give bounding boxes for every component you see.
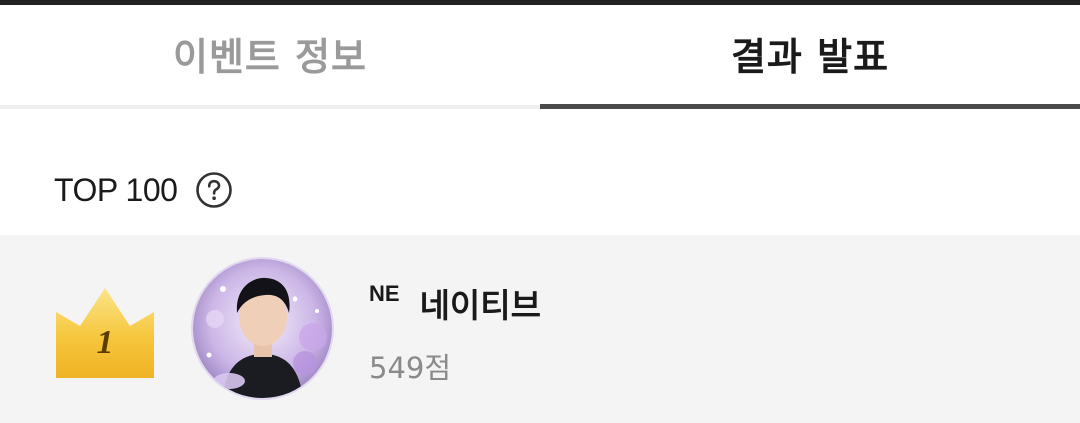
tab-event-info-label: 이벤트 정보 — [172, 34, 368, 79]
entry-name-line: NE 네이티브 — [369, 279, 541, 327]
tab-results-active-indicator — [540, 104, 1080, 109]
rank-number: 1 — [96, 324, 114, 361]
tab-bar: 이벤트 정보 결과 발표 — [0, 5, 1080, 109]
tab-results[interactable]: 결과 발표 — [540, 5, 1080, 109]
team-badge: NE — [369, 281, 400, 306]
ranking-header: TOP 100 — [54, 168, 233, 212]
ranking-list-item[interactable]: 1 NE 네이티브 549점 — [0, 235, 1080, 423]
tab-event-info-underline — [0, 105, 540, 109]
tab-event-info[interactable]: 이벤트 정보 — [0, 5, 540, 109]
tab-results-label: 결과 발표 — [730, 34, 890, 79]
score-value: 549점 — [369, 351, 452, 385]
crown-icon: 1 — [54, 286, 156, 382]
avatar[interactable] — [191, 257, 334, 400]
ranking-title: TOP 100 — [54, 171, 178, 208]
question-circle-icon[interactable] — [195, 171, 233, 209]
artist-name: 네이티브 — [419, 286, 542, 325]
